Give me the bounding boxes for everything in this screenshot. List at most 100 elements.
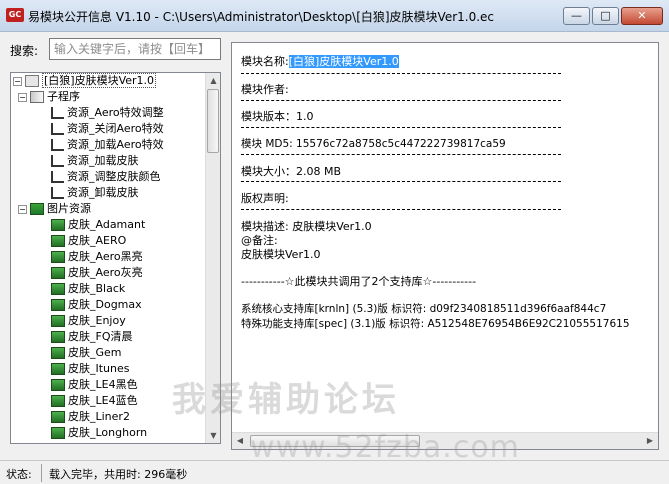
desc-value: 皮肤模块Ver1.0 xyxy=(292,220,372,233)
tree-leaf-label: 皮肤_Itunes xyxy=(68,362,130,375)
scroll-up-arrow-icon[interactable]: ▲ xyxy=(206,73,220,88)
status-text: 载入完毕，共用时: 296毫秒 xyxy=(49,468,188,481)
scroll-left-arrow-icon[interactable]: ◀ xyxy=(232,433,248,449)
tree-leaf[interactable]: 皮肤_Aero黑亮 xyxy=(11,249,207,265)
tree-node-subprograms[interactable]: − 子程序 xyxy=(11,89,207,105)
skin-image-icon xyxy=(51,299,65,311)
md5-label: 模块 MD5: xyxy=(241,138,293,150)
skin-image-icon xyxy=(51,395,65,407)
skin-image-icon xyxy=(51,235,65,247)
module-icon xyxy=(25,75,39,87)
tree-leaf-label: 皮肤_LE4蓝色 xyxy=(68,394,138,407)
tree-leaf[interactable]: 资源_加载Aero特效 xyxy=(11,137,207,153)
skin-image-icon xyxy=(51,331,65,343)
resource-icon xyxy=(51,155,64,167)
tree-leaf[interactable]: 资源_调整皮肤颜色 xyxy=(11,169,207,185)
tree-leaf-label: 资源_关闭Aero特效 xyxy=(67,122,164,135)
support-library-krnln: 系统核心支持库[krnln] (5.3)版 标识符: d09f234081851… xyxy=(241,303,607,315)
tree-leaf-label: 皮肤_Dogmax xyxy=(68,298,142,311)
size-value: 2.08 MB xyxy=(296,165,342,178)
version-row: 模块版本：1.0 xyxy=(241,108,314,124)
name-label: 模块名称: xyxy=(241,55,289,68)
tree-leaf[interactable]: 资源_卸载皮肤 xyxy=(11,185,207,201)
scroll-down-arrow-icon[interactable]: ▼ xyxy=(206,428,220,443)
skin-image-icon xyxy=(51,363,65,375)
image-folder-icon xyxy=(30,203,44,215)
tree-leaf[interactable]: 皮肤_Enjoy xyxy=(11,313,207,329)
close-button[interactable]: ✕ xyxy=(621,7,663,25)
tree-leaf[interactable]: 皮肤_FQ清晨 xyxy=(11,329,207,345)
tree-leaf-label: 皮肤_Liner2 xyxy=(68,410,130,423)
skin-image-icon xyxy=(51,427,65,439)
remark-value: 皮肤模块Ver1.0 xyxy=(241,248,321,261)
name-row: 模块名称:[白狼]皮肤模块Ver1.0 xyxy=(241,53,399,69)
skin-image-icon xyxy=(51,267,65,279)
tree-leaf[interactable]: 资源_Aero特效调整 xyxy=(11,105,207,121)
separator xyxy=(241,209,561,210)
tree-leaf-label: 皮肤_LE4黑色 xyxy=(68,378,138,391)
tree-leaf[interactable]: 皮肤_AERO xyxy=(11,233,207,249)
collapse-toggle[interactable]: − xyxy=(18,92,27,102)
scroll-right-arrow-icon[interactable]: ▶ xyxy=(642,433,658,449)
tree-leaf[interactable]: 皮肤_Aero灰亮 xyxy=(11,265,207,281)
size-label: 模块大小： xyxy=(241,165,296,178)
resource-icon xyxy=(51,139,64,151)
collapse-toggle[interactable]: − xyxy=(13,76,22,86)
app-icon: GC xyxy=(6,8,24,22)
tree-leaf[interactable]: 皮肤_Adamant xyxy=(11,217,207,233)
md5-row: 模块 MD5: 15576c72a8758c5c447222739817ca59 xyxy=(241,136,506,151)
subprogram-list: 资源_Aero特效调整 资源_关闭Aero特效资源_加载Aero特效 资源_加载皮肤… xyxy=(11,105,207,201)
scroll-thumb[interactable] xyxy=(207,89,219,153)
skin-image-icon xyxy=(51,411,65,423)
tree-leaf-label: 皮肤_Gem xyxy=(68,346,122,359)
separator xyxy=(241,127,561,128)
title-bar: GC 易模块公开信息 V1.10 - C:\Users\Administrato… xyxy=(0,0,669,32)
md5-value: 15576c72a8758c5c447222739817ca59 xyxy=(296,138,506,150)
watermark-text: 我爱辅助论坛 xyxy=(172,380,400,420)
skin-image-icon xyxy=(51,379,65,391)
skin-image-icon xyxy=(51,347,65,359)
status-bar: 状态: 载入完毕，共用时: 296毫秒 xyxy=(0,460,669,484)
skin-image-icon xyxy=(51,283,65,295)
minimize-button[interactable]: — xyxy=(563,7,590,25)
tree-leaf-label: 皮肤_Aero黑亮 xyxy=(68,250,143,263)
name-value[interactable]: [白狼]皮肤模块Ver1.0 xyxy=(288,55,399,68)
search-input[interactable] xyxy=(49,38,221,60)
separator xyxy=(241,154,561,155)
status-divider xyxy=(41,464,42,482)
support-summary: -----------☆此模块共调用了2个支持库☆----------- xyxy=(241,275,477,288)
resource-icon xyxy=(51,171,64,183)
separator xyxy=(241,73,561,74)
tree-node-label: 图片资源 xyxy=(47,202,91,215)
tree-leaf[interactable]: 皮肤_Dogmax xyxy=(11,297,207,313)
book-icon xyxy=(30,91,44,103)
size-row: 模块大小：2.08 MB xyxy=(241,163,341,179)
tree-leaf-label: 资源_加载皮肤 xyxy=(67,154,139,167)
author-label: 模块作者: xyxy=(241,83,289,96)
tree-node-images[interactable]: − 图片资源 xyxy=(11,201,207,217)
tree-leaf[interactable]: 皮肤_Longhorn xyxy=(11,425,207,441)
tree-leaf-label: 皮肤_Adamant xyxy=(68,218,146,231)
search-label: 搜索: xyxy=(10,44,39,58)
tree-leaf-label: 资源_Aero特效调整 xyxy=(67,106,164,119)
tree-leaf-label: 皮肤_Enjoy xyxy=(68,314,126,327)
tree-leaf-label: 皮肤_FQ清晨 xyxy=(68,330,133,343)
tree-leaf[interactable]: 皮肤_Black xyxy=(11,281,207,297)
tree-leaf[interactable]: 资源_关闭Aero特效 xyxy=(11,121,207,137)
support-library-spec: 特殊功能支持库[spec] (3.1)版 标识符: A512548E76954B… xyxy=(241,318,630,330)
resource-icon xyxy=(51,123,64,135)
separator xyxy=(241,100,561,101)
tree-leaf-label: 皮肤_Aero灰亮 xyxy=(68,266,143,279)
tree-leaf-label: 资源_调整皮肤颜色 xyxy=(67,170,161,183)
tree-root[interactable]: − [白狼]皮肤模块Ver1.0 xyxy=(11,73,207,89)
tree-leaf[interactable]: 资源_加载皮肤 xyxy=(11,153,207,169)
tree-node-label: 子程序 xyxy=(47,90,80,103)
version-label: 模块版本： xyxy=(241,110,296,123)
collapse-toggle[interactable]: − xyxy=(18,204,27,214)
copyright-label: 版权声明: xyxy=(241,192,289,205)
tree-leaf-label: 资源_卸载皮肤 xyxy=(67,186,139,199)
resource-icon xyxy=(51,107,64,119)
skin-image-icon xyxy=(51,251,65,263)
tree-leaf[interactable]: 皮肤_Gem xyxy=(11,345,207,361)
maximize-button[interactable]: □ xyxy=(592,7,619,25)
